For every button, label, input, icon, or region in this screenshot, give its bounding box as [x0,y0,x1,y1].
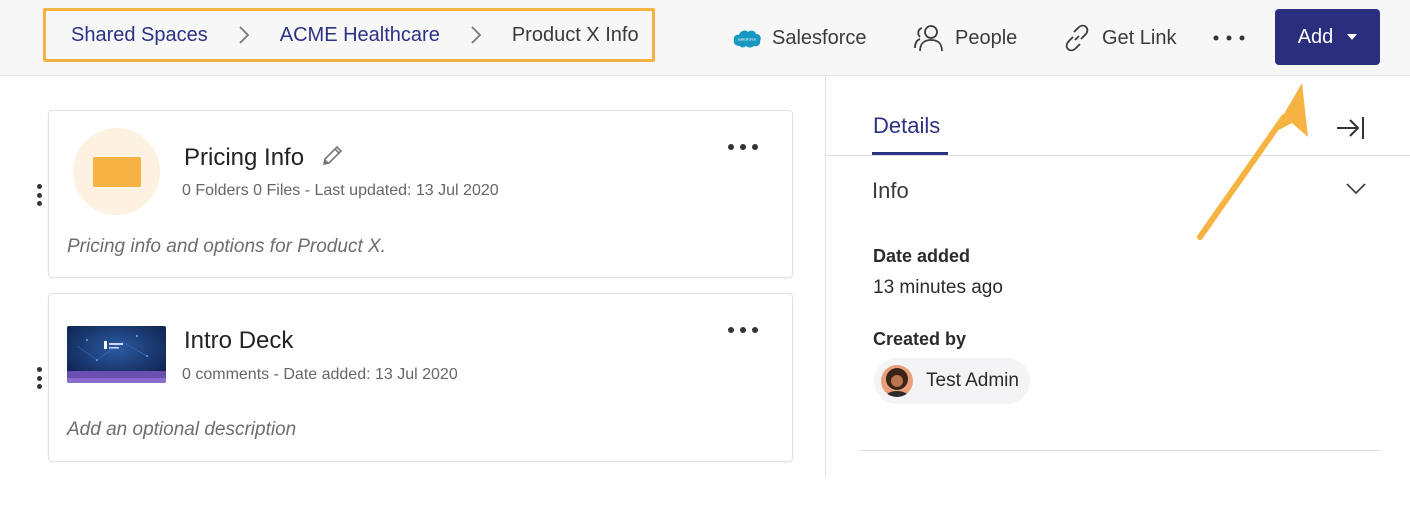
item-description[interactable]: Add an optional description [67,419,296,441]
drag-handle-icon[interactable] [36,367,42,389]
salesforce-button[interactable]: salesforce Salesforce [732,0,867,76]
item-description[interactable]: Pricing info and options for Product X. [67,236,386,258]
chevron-down-icon[interactable] [1346,182,1366,201]
add-button[interactable]: Add [1275,9,1380,65]
more-actions-button[interactable] [1212,0,1246,76]
chevron-right-icon [230,21,258,49]
breadcrumb-link-acme-healthcare[interactable]: ACME Healthcare [280,24,440,47]
salesforce-label: Salesforce [772,26,867,49]
caret-down-icon [1347,34,1358,40]
list-item[interactable]: Intro Deck 0 comments - Date added: 13 J… [48,293,793,462]
tab-details[interactable]: Details [873,113,940,139]
svg-text:salesforce: salesforce [738,37,757,42]
list-item[interactable]: Pricing Info 0 Folders 0 Files - Last up… [48,110,793,278]
annotation-arrow [1197,83,1308,240]
item-meta: 0 Folders 0 Files - Last updated: 13 Jul… [182,182,499,199]
people-button[interactable]: People [913,0,1017,76]
item-more-button[interactable] [728,322,758,338]
item-meta: 0 comments - Date added: 13 Jul 2020 [182,366,458,383]
breadcrumb-current: Product X Info [511,23,639,46]
pencil-icon[interactable] [321,143,345,172]
more-icon [1213,35,1245,41]
get-link-label: Get Link [1102,26,1177,49]
item-more-button[interactable] [728,139,758,155]
breadcrumb: Shared Spaces ACME Healthcare Product X … [43,8,655,62]
add-button-label: Add [1297,25,1334,48]
people-label: People [955,26,1018,49]
people-icon [914,25,943,52]
link-icon [1065,24,1089,52]
date-added-label: Date added [873,246,971,266]
created-by-value: Test Admin [926,370,1019,391]
user-chip[interactable]: Test Admin [874,358,1030,404]
drag-handle-icon[interactable] [36,184,42,206]
chevron-right-icon [462,21,490,49]
deck-thumbnail [67,326,166,383]
item-title[interactable]: Pricing Info [184,144,304,172]
date-added-value: 13 minutes ago [873,277,1003,298]
info-section-header[interactable]: Info [872,178,909,204]
top-bar: Shared Spaces ACME Healthcare Product X … [0,0,1410,76]
breadcrumb-link-shared-spaces[interactable]: Shared Spaces [71,24,208,47]
get-link-button[interactable]: Get Link [1062,0,1176,76]
avatar [881,365,913,397]
created-by-label: Created by [873,329,967,349]
tabs-border [826,155,1410,156]
collapse-panel-icon[interactable] [1336,114,1366,147]
salesforce-icon: salesforce [733,30,761,48]
section-divider [860,450,1380,451]
folder-icon [73,128,160,215]
panel-divider [825,76,826,476]
item-title[interactable]: Intro Deck [184,327,293,355]
